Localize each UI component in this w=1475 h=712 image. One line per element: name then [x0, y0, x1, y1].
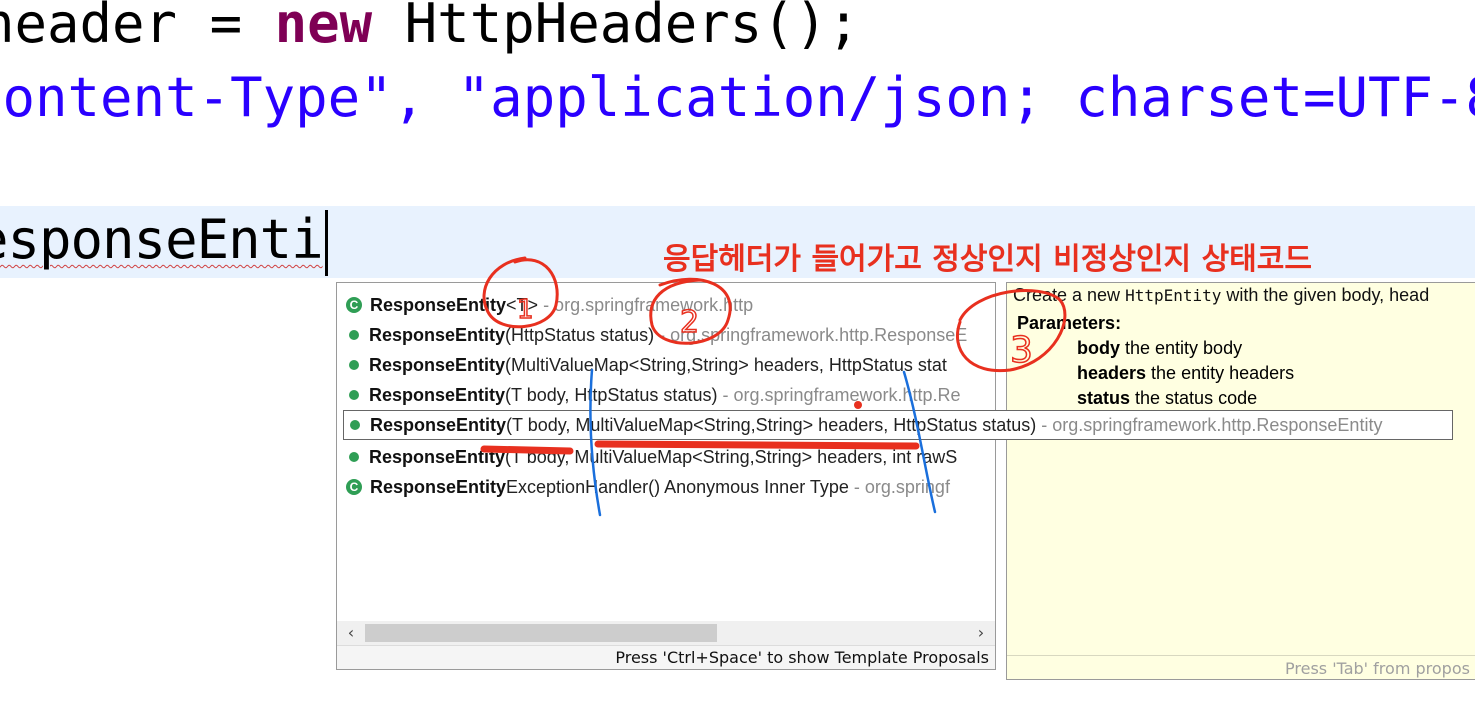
proposal-args: (T body, HttpStatus status): [505, 385, 718, 405]
proposal-name: ResponseEntity: [370, 415, 507, 435]
param-name: headers: [1077, 363, 1147, 383]
content-assist-popup[interactable]: C ResponseEntity<T> - org.springframework…: [336, 282, 1453, 670]
scroll-right-icon[interactable]: ›: [971, 621, 991, 645]
proposal-item-selected[interactable]: ResponseEntity(T body, MultiValueMap<Str…: [343, 410, 1453, 440]
proposal-item[interactable]: C ResponseEntityExceptionHandler() Anonym…: [343, 473, 991, 501]
proposal-name: ResponseEntity: [369, 385, 506, 405]
doc-footer-hint[interactable]: Press 'Tab' from propos: [1007, 655, 1475, 679]
code-line-3[interactable]: esponseEnti: [0, 208, 324, 272]
proposal-name: ResponseEntity: [369, 325, 506, 345]
param-desc: the entity body: [1120, 338, 1243, 358]
scroll-left-icon[interactable]: ‹: [341, 621, 361, 645]
proposal-item[interactable]: C ResponseEntity<T> - org.springframework…: [343, 291, 991, 319]
doc-param-headers: headers the entity headers: [1077, 363, 1294, 384]
proposal-args: (T body, MultiValueMap<String,String> he…: [506, 415, 1037, 435]
keyword-new: new: [274, 0, 373, 55]
code-text: header =: [0, 0, 275, 55]
proposal-qualifier: - org.springframework.http: [538, 295, 754, 315]
code-line-2[interactable]: Content-Type", "application/json; charse…: [0, 66, 1475, 130]
code-text: HttpHeaders();: [372, 0, 860, 55]
constructor-icon: [349, 360, 359, 371]
proposal-item[interactable]: ResponseEntity(T body, MultiValueMap<Str…: [343, 443, 991, 471]
proposal-qualifier: - org.springframework.http.ResponseEntit…: [1036, 415, 1383, 435]
text-caret: [325, 210, 328, 276]
proposal-args: (T body, MultiValueMap<String,String> he…: [505, 447, 958, 467]
doc-params-heading: Parameters:: [1017, 313, 1122, 333]
doc-text: Create a new: [1013, 285, 1126, 305]
string-literal: Content-Type",: [0, 66, 458, 129]
param-desc: the entity headers: [1146, 363, 1295, 383]
doc-code: HttpEntity: [1125, 286, 1222, 305]
proposal-name: ResponseEntity: [369, 447, 506, 467]
constructor-icon: [349, 330, 359, 341]
proposal-qualifier: - org.springf: [848, 477, 950, 497]
proposal-name: ResponseEntity: [369, 355, 506, 375]
constructor-icon: [350, 420, 360, 431]
class-icon: C: [346, 297, 362, 314]
param-name: body: [1077, 338, 1120, 358]
doc-text: with the given body, head: [1221, 285, 1430, 305]
proposal-args: <T>: [506, 295, 539, 315]
proposal-args: ExceptionHandler() Anonymous Inner Type: [506, 477, 849, 497]
class-icon: C: [346, 479, 362, 496]
proposal-item[interactable]: ResponseEntity(T body, HttpStatus status…: [343, 381, 991, 409]
constructor-icon: [349, 452, 359, 463]
proposal-qualifier: - org.springframework.http.Re: [717, 385, 961, 405]
doc-description: Create a new HttpEntity with the given b…: [1013, 285, 1429, 306]
horizontal-scrollbar[interactable]: ‹ ›: [337, 621, 995, 645]
param-desc: the status code: [1130, 388, 1258, 408]
proposal-item[interactable]: ResponseEntity(MultiValueMap<String,Stri…: [343, 351, 991, 379]
doc-param-body: body the entity body: [1077, 338, 1242, 359]
javadoc-popup[interactable]: Create a new HttpEntity with the given b…: [1006, 282, 1475, 680]
proposal-item[interactable]: ResponseEntity(HttpStatus status) - org.…: [343, 321, 991, 349]
proposal-name: ResponseEntity: [370, 295, 507, 315]
code-line-1[interactable]: header = new HttpHeaders();: [0, 0, 860, 56]
constructor-icon: [349, 390, 359, 401]
proposal-args: (HttpStatus status): [505, 325, 655, 345]
doc-param-status: status the status code: [1077, 388, 1257, 409]
annotation-title: 응답헤더가 들어가고 정상인지 비정상인지 상태코드: [663, 242, 1312, 277]
string-literal-value: "application/json; charset=UTF-8: [457, 66, 1475, 129]
proposal-qualifier: - org.springframework.http.ResponseE: [654, 325, 968, 345]
popup-footer-hint[interactable]: Press 'Ctrl+Space' to show Template Prop…: [337, 645, 995, 669]
param-name: status: [1077, 388, 1131, 408]
proposal-name: ResponseEntity: [370, 477, 507, 497]
proposal-args: (MultiValueMap<String,String> headers, H…: [505, 355, 947, 375]
scrollbar-thumb[interactable]: [365, 624, 717, 642]
